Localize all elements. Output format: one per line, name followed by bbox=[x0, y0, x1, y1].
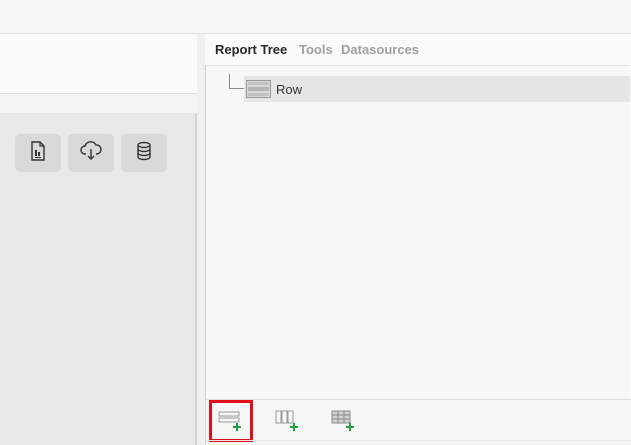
row-layout-icon bbox=[246, 80, 272, 102]
status-strip bbox=[206, 440, 631, 445]
report-document-button[interactable] bbox=[15, 134, 61, 172]
tab-bar: Report Tree Tools Datasources bbox=[205, 34, 631, 65]
tree-connector-horizontal bbox=[229, 88, 245, 89]
tree-connector-vertical bbox=[229, 74, 230, 89]
bottom-toolbar bbox=[205, 399, 631, 445]
left-toolbar-panel bbox=[0, 114, 197, 445]
add-column-button[interactable] bbox=[272, 408, 302, 436]
add-column-icon bbox=[274, 409, 300, 435]
database-button[interactable] bbox=[121, 134, 167, 172]
tab-datasources[interactable]: Datasources bbox=[341, 42, 419, 57]
left-pane bbox=[0, 34, 197, 445]
tab-tools[interactable]: Tools bbox=[299, 42, 333, 57]
app-root: Report Tree Tools Datasources Row bbox=[0, 0, 631, 445]
tree-item-row[interactable]: Row bbox=[244, 76, 630, 102]
pane-splitter[interactable] bbox=[197, 34, 205, 445]
left-subbar bbox=[0, 94, 197, 114]
add-table-button[interactable] bbox=[328, 408, 358, 436]
tree-item-label: Row bbox=[276, 82, 303, 97]
database-icon bbox=[135, 141, 153, 165]
left-header bbox=[0, 34, 197, 94]
cloud-download-icon bbox=[80, 141, 102, 165]
cloud-download-button[interactable] bbox=[68, 134, 114, 172]
tab-report-tree[interactable]: Report Tree bbox=[215, 42, 287, 57]
add-table-icon bbox=[330, 409, 356, 435]
report-tree: Row bbox=[205, 65, 630, 400]
right-pane: Report Tree Tools Datasources Row bbox=[205, 34, 631, 445]
add-row-button[interactable] bbox=[216, 408, 246, 436]
add-row-icon bbox=[218, 409, 244, 435]
report-document-icon bbox=[29, 141, 47, 165]
top-bar bbox=[0, 0, 631, 34]
